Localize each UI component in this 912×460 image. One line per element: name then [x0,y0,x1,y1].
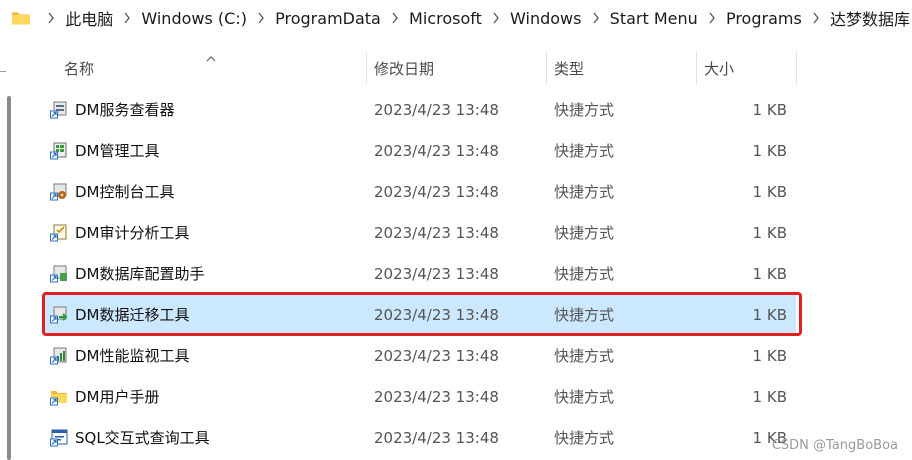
service-viewer-shortcut-icon [50,101,68,119]
column-date-modified[interactable]: 修改日期 [374,50,434,86]
file-row[interactable]: DM用户手册 2023/4/23 13:48 快捷方式 1 KB [44,376,796,417]
file-size: 1 KB [752,387,787,406]
file-size: 1 KB [752,264,787,283]
file-date: 2023/4/23 13:48 [374,305,499,324]
file-name: DM性能监视工具 [75,347,190,365]
file-size: 1 KB [752,141,787,160]
file-list: DM服务查看器 2023/4/23 13:48 快捷方式 1 KB DM管理工具… [44,89,796,458]
column-divider[interactable] [796,52,797,84]
breadcrumb-dameng-database[interactable]: 达梦数据库 [828,6,912,30]
config-assistant-shortcut-icon [50,265,68,283]
column-divider[interactable] [696,52,697,84]
file-date: 2023/4/23 13:48 [374,182,499,201]
file-name: DM用户手册 [75,388,160,406]
breadcrumb-start-menu[interactable]: Start Menu [608,9,700,28]
file-type: 快捷方式 [554,429,615,447]
column-type[interactable]: 类型 [554,50,584,86]
file-date: 2023/4/23 13:48 [374,264,499,283]
address-breadcrumb: 此电脑 Windows (C:) ProgramData Microsoft W… [0,0,912,36]
chevron-right-icon[interactable] [115,12,139,24]
console-shortcut-icon [50,183,68,201]
file-date: 2023/4/23 13:48 [374,141,499,160]
column-divider[interactable] [546,52,547,84]
file-row[interactable]: DM服务查看器 2023/4/23 13:48 快捷方式 1 KB [44,89,796,130]
file-date: 2023/4/23 13:48 [374,223,499,242]
column-divider[interactable] [366,52,367,84]
breadcrumb-this-pc[interactable]: 此电脑 [63,6,115,30]
file-type: 快捷方式 [554,101,615,119]
audit-shortcut-icon [50,224,68,242]
file-row-selected[interactable]: DM数据迁移工具 2023/4/23 13:48 快捷方式 1 KB [44,294,796,335]
chevron-right-icon[interactable] [804,12,828,24]
sql-query-shortcut-icon [50,429,68,447]
folder-icon [11,10,31,26]
chevron-right-icon[interactable] [383,12,407,24]
breadcrumb-microsoft[interactable]: Microsoft [407,9,484,28]
file-name: DM控制台工具 [75,183,175,201]
file-name: DM数据迁移工具 [75,306,190,324]
file-size: 1 KB [752,100,787,119]
file-name: DM数据库配置助手 [75,265,205,283]
file-type: 快捷方式 [554,265,615,283]
file-size: 1 KB [752,346,787,365]
manager-shortcut-icon [50,142,68,160]
file-row[interactable]: DM性能监视工具 2023/4/23 13:48 快捷方式 1 KB [44,335,796,376]
file-name: DM管理工具 [75,142,160,160]
chevron-right-icon[interactable] [249,12,273,24]
breadcrumb-programdata[interactable]: ProgramData [273,9,383,28]
sort-ascending-icon [206,48,216,66]
file-date: 2023/4/23 13:48 [374,100,499,119]
performance-monitor-shortcut-icon [50,347,68,365]
file-row[interactable]: DM控制台工具 2023/4/23 13:48 快捷方式 1 KB [44,171,796,212]
file-type: 快捷方式 [554,224,615,242]
file-name: DM审计分析工具 [75,224,190,242]
column-header: 名称 修改日期 类型 大小 [42,50,798,86]
vertical-scrollbar[interactable] [0,44,16,460]
watermark: CSDN @TangBoBoa [771,438,898,453]
migration-shortcut-icon [50,306,68,324]
file-name: SQL交互式查询工具 [75,429,210,447]
file-type: 快捷方式 [554,183,615,201]
chevron-right-icon[interactable] [583,12,607,24]
column-size[interactable]: 大小 [704,50,734,86]
column-name[interactable]: 名称 [64,50,94,86]
file-date: 2023/4/23 13:48 [374,387,499,406]
file-row[interactable]: DM审计分析工具 2023/4/23 13:48 快捷方式 1 KB [44,212,796,253]
file-row[interactable]: DM数据库配置助手 2023/4/23 13:48 快捷方式 1 KB [44,253,796,294]
chevron-right-icon[interactable] [39,12,63,24]
file-size: 1 KB [752,182,787,201]
breadcrumb-programs[interactable]: Programs [724,9,804,28]
chevron-right-icon[interactable] [484,12,508,24]
file-type: 快捷方式 [554,306,615,324]
chevron-right-icon[interactable] [700,12,724,24]
file-size: 1 KB [752,223,787,242]
file-type: 快捷方式 [554,388,615,406]
file-name: DM服务查看器 [75,101,175,119]
file-row[interactable]: SQL交互式查询工具 2023/4/23 13:48 快捷方式 1 KB [44,417,796,458]
breadcrumb-windows[interactable]: Windows [508,9,583,28]
scrollbar-thumb[interactable] [7,96,11,460]
folder-shortcut-icon [50,388,68,406]
file-date: 2023/4/23 13:48 [374,428,499,447]
file-date: 2023/4/23 13:48 [374,346,499,365]
file-size: 1 KB [752,305,787,324]
file-type: 快捷方式 [554,142,615,160]
scroll-tick [0,71,6,72]
file-type: 快捷方式 [554,347,615,365]
breadcrumb-windows-c[interactable]: Windows (C:) [139,9,249,28]
file-row[interactable]: DM管理工具 2023/4/23 13:48 快捷方式 1 KB [44,130,796,171]
